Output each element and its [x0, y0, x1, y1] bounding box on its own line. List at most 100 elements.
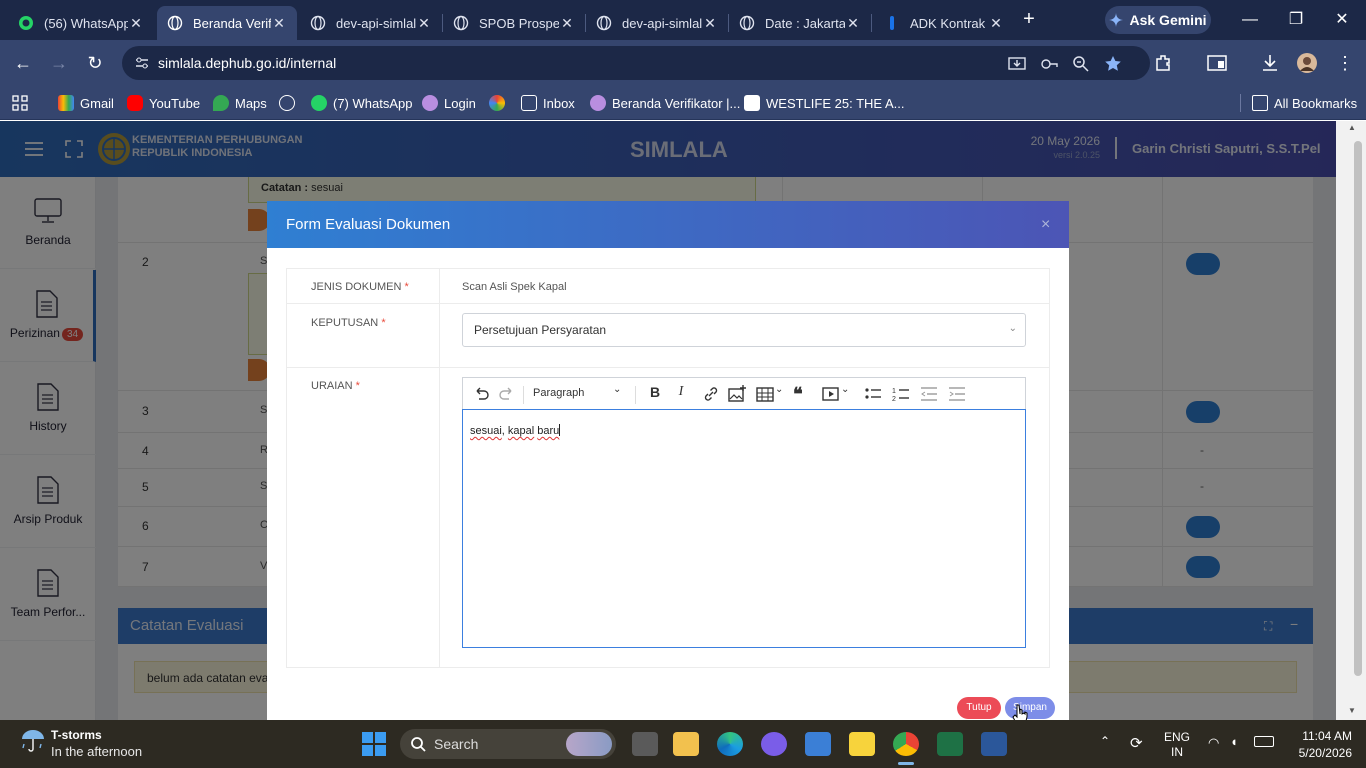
volume-icon[interactable]: ◖: [1230, 734, 1238, 749]
bookmark-gmail[interactable]: Gmail: [58, 93, 114, 113]
tab-divider: [871, 14, 872, 32]
language-indicator[interactable]: ENG IN: [1164, 730, 1190, 760]
minimize-window-icon[interactable]: —: [1238, 8, 1262, 32]
browser-menu-icon[interactable]: ⋮: [1334, 52, 1356, 74]
tab-spob[interactable]: SPOB Prosperity ✕: [443, 6, 585, 40]
taskbar-search[interactable]: Search: [400, 729, 616, 759]
modal-title: Form Evaluasi Dokumen: [286, 216, 451, 233]
page-scrollbar[interactable]: ▲ ▼: [1336, 121, 1366, 720]
tab-divider: [728, 14, 729, 32]
bookmark-label: (7) WhatsApp: [333, 95, 413, 111]
table-icon[interactable]: [755, 384, 775, 404]
reload-icon[interactable]: ↻: [84, 52, 106, 74]
bookmark-globe[interactable]: [279, 93, 301, 113]
tutup-button[interactable]: Tutup: [957, 697, 1001, 719]
bookmark-inbox[interactable]: Inbox: [521, 93, 575, 113]
westlife-icon: [744, 95, 760, 111]
keputusan-select[interactable]: Persetujuan Persyaratan ⌄: [462, 313, 1026, 347]
maximize-window-icon[interactable]: ❐: [1284, 8, 1308, 32]
uraian-editor[interactable]: sesuai, kapal baru: [462, 409, 1026, 648]
forward-arrow-icon[interactable]: →: [48, 52, 70, 74]
camera-app-icon[interactable]: [805, 732, 831, 756]
password-key-icon[interactable]: [1040, 55, 1058, 73]
bookmark-label: All Bookmarks: [1274, 95, 1358, 111]
scroll-down-arrow-icon[interactable]: ▼: [1348, 706, 1356, 715]
tab-whatsapp[interactable]: (56) WhatsApp ✕: [8, 6, 154, 40]
task-view-icon[interactable]: [632, 732, 658, 756]
file-explorer-icon[interactable]: [673, 732, 699, 756]
all-bookmarks[interactable]: All Bookmarks: [1252, 93, 1357, 113]
bulleted-list-icon[interactable]: [863, 384, 883, 404]
address-bar[interactable]: simlala.dephub.go.id/internal: [122, 46, 1150, 80]
chevron-down-icon: ⌄: [1008, 323, 1017, 334]
sync-icon[interactable]: ⟳: [1130, 734, 1143, 752]
sticky-notes-icon[interactable]: [849, 732, 875, 756]
zoom-icon[interactable]: [1072, 55, 1090, 73]
web-page: KEMENTERIAN PERHUBUNGANREPUBLIK INDONESI…: [0, 121, 1336, 720]
redo-icon[interactable]: [497, 384, 517, 404]
close-tab-icon[interactable]: ✕: [271, 15, 287, 32]
link-icon[interactable]: [701, 384, 721, 404]
bookmark-westlife[interactable]: WESTLIFE 25: THE A...: [744, 93, 904, 113]
numbered-list-icon[interactable]: 12: [891, 384, 911, 404]
app-icon[interactable]: [761, 732, 787, 756]
outdent-icon[interactable]: [919, 384, 939, 404]
tab-dev-api-2[interactable]: dev-api-simlala ✕: [586, 6, 728, 40]
paragraph-style-dropdown[interactable]: Paragraph: [533, 387, 584, 399]
media-embed-icon[interactable]: [821, 384, 841, 404]
bookmark-maps[interactable]: Maps: [213, 93, 267, 113]
install-app-icon[interactable]: [1008, 55, 1026, 73]
tab-dev-api-1[interactable]: dev-api-simlala ✕: [300, 6, 442, 40]
bookmark-login[interactable]: Login: [422, 93, 476, 113]
download-icon[interactable]: [1259, 52, 1281, 74]
close-tab-icon[interactable]: ✕: [416, 15, 432, 32]
word-icon[interactable]: [981, 732, 1007, 756]
apps-grid-icon[interactable]: [12, 93, 28, 113]
edge-browser-icon[interactable]: [717, 732, 743, 756]
weather-widget[interactable]: T-storms In the afternoon: [20, 727, 142, 759]
indent-icon[interactable]: [947, 384, 967, 404]
reading-mode-icon[interactable]: [1206, 52, 1228, 74]
profile-avatar[interactable]: [1296, 52, 1318, 74]
chevron-down-icon[interactable]: ⌄: [775, 384, 795, 404]
clock-date: 5/20/2026: [1298, 746, 1352, 760]
site-info-icon[interactable]: [134, 55, 150, 71]
windows-start-icon[interactable]: [362, 732, 386, 756]
tab-beranda-verifikator[interactable]: Beranda Verifikator ✕: [157, 6, 297, 40]
required-mark: *: [404, 281, 409, 293]
close-tab-icon[interactable]: ✕: [845, 15, 861, 32]
close-tab-icon[interactable]: ✕: [128, 15, 144, 32]
close-window-icon[interactable]: ✕: [1330, 8, 1354, 32]
bookmark-whatsapp[interactable]: (7) WhatsApp: [311, 93, 412, 113]
close-tab-icon[interactable]: ✕: [559, 15, 575, 32]
taskbar-clock[interactable]: 11:04 AM 5/20/2026: [1290, 728, 1352, 762]
chevron-up-icon[interactable]: ⌃: [1100, 734, 1110, 748]
chevron-down-icon[interactable]: ⌄: [841, 384, 861, 404]
bookmark-youtube[interactable]: YouTube: [127, 93, 200, 113]
back-arrow-icon[interactable]: ←: [12, 52, 34, 74]
ask-gemini-button[interactable]: Ask Gemini: [1105, 6, 1211, 34]
bookmark-star-icon[interactable]: [1104, 55, 1122, 73]
italic-icon[interactable]: I: [671, 384, 691, 404]
bold-icon[interactable]: B: [645, 384, 665, 404]
tab-date-jakarta[interactable]: Date : Jakarta ✕: [729, 6, 871, 40]
extensions-icon[interactable]: [1152, 52, 1174, 74]
battery-icon[interactable]: [1254, 736, 1274, 747]
close-modal-icon[interactable]: ×: [1041, 216, 1050, 234]
bookmark-beranda-verifikator[interactable]: Beranda Verifikator |...: [590, 93, 740, 113]
scroll-up-arrow-icon[interactable]: ▲: [1348, 123, 1356, 132]
wifi-icon[interactable]: ◠: [1208, 735, 1219, 751]
evaluation-form-modal: Form Evaluasi Dokumen × JENIS DOKUMEN * …: [267, 201, 1069, 720]
new-tab-button[interactable]: +: [1018, 9, 1040, 31]
chevron-down-icon[interactable]: ⌄: [613, 384, 633, 404]
insert-image-icon[interactable]: [727, 384, 747, 404]
chrome-icon[interactable]: [893, 732, 919, 756]
blockquote-icon[interactable]: ❝: [793, 384, 813, 404]
tab-adk-kontrak[interactable]: ADK Kontrak ✕: [874, 6, 1014, 40]
excel-icon[interactable]: [937, 732, 963, 756]
undo-icon[interactable]: [471, 384, 491, 404]
scrollbar-track-thumb[interactable]: [1354, 141, 1362, 676]
close-tab-icon[interactable]: ✕: [702, 15, 718, 32]
close-tab-icon[interactable]: ✕: [988, 15, 1004, 32]
bookmark-pinwheel[interactable]: [489, 93, 511, 113]
